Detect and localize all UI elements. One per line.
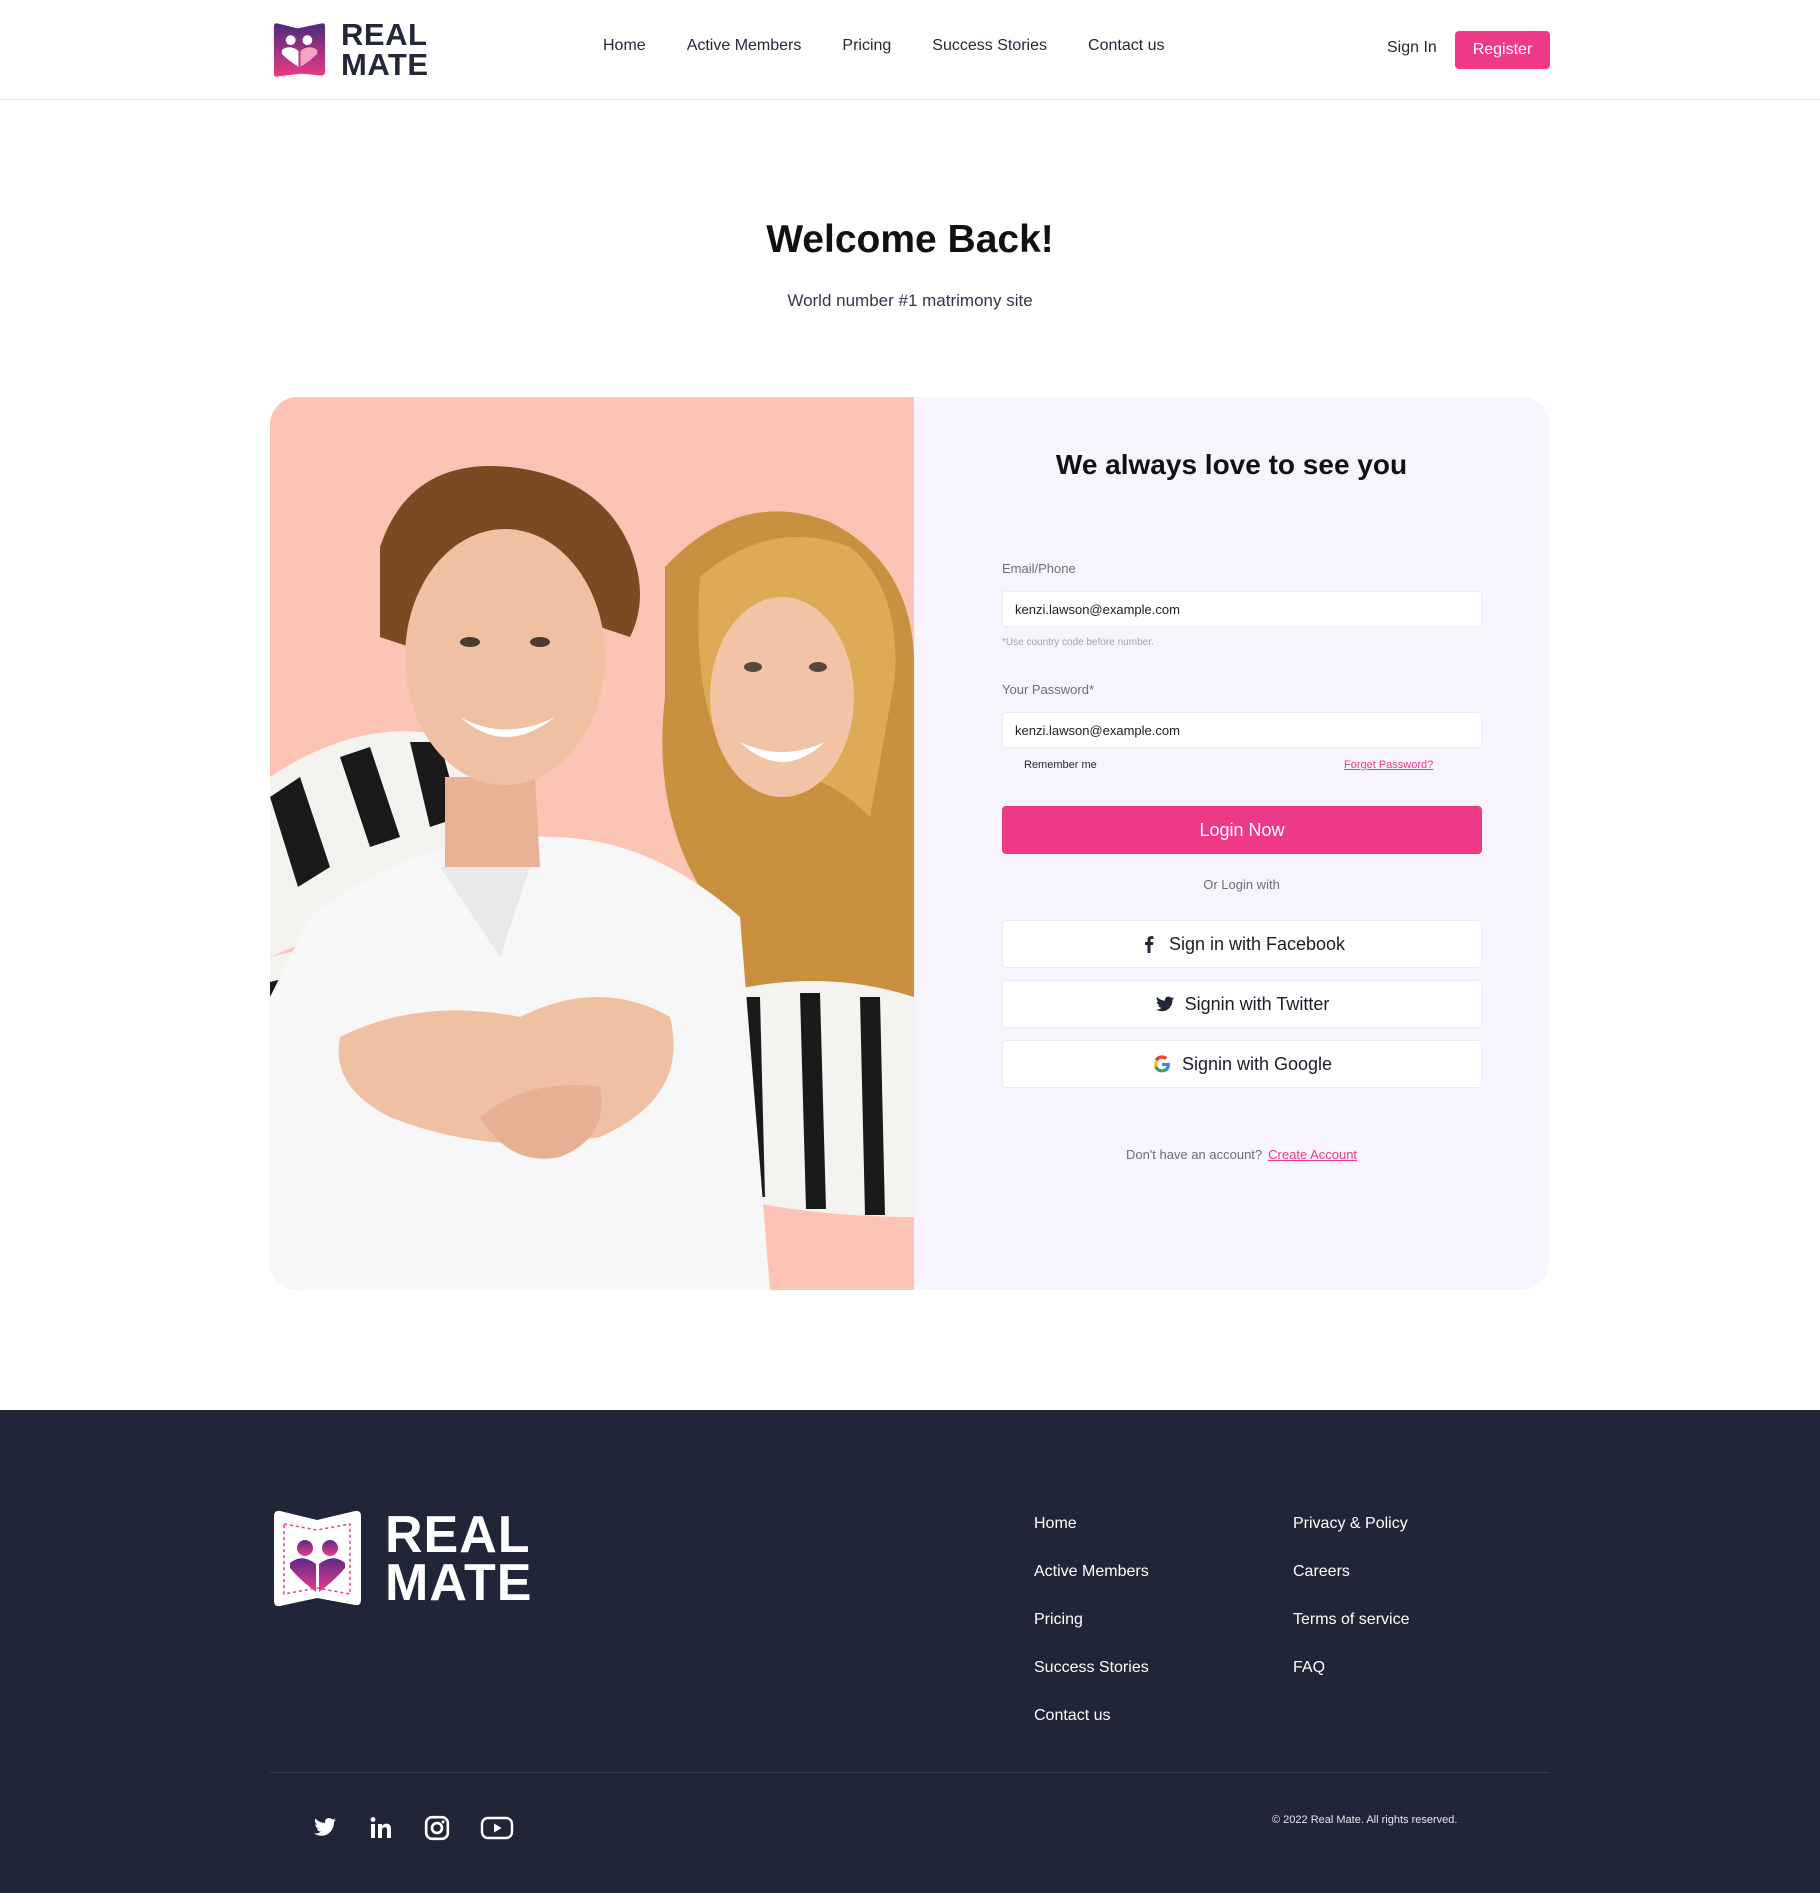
logo-text: REAL MATE — [341, 17, 429, 82]
facebook-icon — [1144, 936, 1154, 953]
couple-photo — [270, 397, 914, 1290]
twitter-signin-button[interactable]: Signin with Twitter — [1002, 980, 1482, 1028]
footer-link-active-members[interactable]: Active Members — [1034, 1562, 1149, 1582]
nav-contact-us[interactable]: Contact us — [1088, 37, 1164, 55]
youtube-icon[interactable] — [480, 1815, 514, 1841]
password-field[interactable] — [1002, 712, 1482, 748]
footer-link-careers[interactable]: Careers — [1293, 1562, 1409, 1582]
page-title: Welcome Back! — [766, 218, 1054, 261]
register-button[interactable]: Register — [1455, 31, 1550, 69]
footer-nav-links: Home Active Members Pricing Success Stor… — [1034, 1514, 1149, 1726]
footer-link-home[interactable]: Home — [1034, 1514, 1149, 1534]
footer-link-faq[interactable]: FAQ — [1293, 1658, 1409, 1678]
main-nav: Home Active Members Pricing Success Stor… — [603, 37, 1165, 55]
form-title: We always love to see you — [1055, 449, 1408, 480]
create-account-link[interactable]: Create Account — [1268, 1147, 1357, 1162]
page-subtitle: World number #1 matrimony site — [787, 291, 1033, 310]
site-footer: REAL MATE Home Active Members Pricing Suc… — [0, 1410, 1820, 1893]
linkedin-icon[interactable] — [368, 1816, 394, 1840]
google-signin-button[interactable]: Signin with Google — [1002, 1040, 1482, 1088]
login-form: We always love to see you Email/Phone *U… — [914, 397, 1549, 1290]
forgot-password-link[interactable]: Forget Password? — [1344, 759, 1433, 771]
footer-logo[interactable]: REAL MATE — [270, 1508, 532, 1609]
or-login-with-label: Or Login with — [1203, 877, 1280, 892]
footer-link-success-stories[interactable]: Success Stories — [1034, 1658, 1149, 1678]
remember-me-checkbox[interactable]: Remember me — [1024, 759, 1097, 771]
logo-icon — [273, 23, 326, 77]
email-label: Email/Phone — [1002, 561, 1076, 576]
nav-pricing[interactable]: Pricing — [842, 37, 891, 55]
google-signin-label: Signin with Google — [1181, 1053, 1333, 1074]
login-card: We always love to see you Email/Phone *U… — [270, 397, 1549, 1290]
footer-link-pricing[interactable]: Pricing — [1034, 1610, 1149, 1630]
facebook-signin-label: Sign in with Facebook — [1168, 933, 1346, 954]
twitter-signin-label: Signin with Twitter — [1184, 993, 1330, 1014]
google-icon — [1154, 1055, 1170, 1073]
footer-divider — [270, 1772, 1549, 1773]
footer-link-privacy[interactable]: Privacy & Policy — [1293, 1514, 1409, 1534]
footer-logo-icon — [274, 1510, 361, 1607]
nav-success-stories[interactable]: Success Stories — [932, 37, 1047, 55]
password-label: Your Password* — [1002, 682, 1095, 697]
nav-active-members[interactable]: Active Members — [687, 37, 802, 55]
footer-link-terms[interactable]: Terms of service — [1293, 1610, 1409, 1630]
no-account-prompt: Don't have an account? Create Account — [914, 1147, 1549, 1162]
footer-link-contact-us[interactable]: Contact us — [1034, 1706, 1149, 1726]
footer-logo-text: REAL MATE — [385, 1505, 533, 1612]
sign-in-link[interactable]: Sign In — [1387, 39, 1437, 57]
twitter-icon — [1155, 996, 1174, 1012]
footer-legal-links: Privacy & Policy Careers Terms of servic… — [1293, 1514, 1409, 1678]
brand-logo[interactable]: REAL MATE — [270, 17, 429, 82]
no-account-text: Don't have an account? — [1125, 1147, 1263, 1162]
instagram-icon[interactable] — [424, 1815, 450, 1841]
nav-home[interactable]: Home — [603, 37, 646, 55]
facebook-signin-button[interactable]: Sign in with Facebook — [1002, 920, 1482, 968]
email-hint: *Use country code before number. — [1002, 637, 1154, 648]
footer-social-links — [312, 1815, 514, 1841]
couple-illustration — [270, 397, 914, 1290]
email-field[interactable] — [1002, 591, 1482, 627]
twitter-icon[interactable] — [312, 1817, 338, 1839]
site-header: REAL MATE Home Active Members Pricing Suc… — [0, 0, 1820, 100]
copyright-text: © 2022 Real Mate. All rights reserved. — [1272, 1814, 1458, 1826]
login-button[interactable]: Login Now — [1002, 806, 1482, 854]
